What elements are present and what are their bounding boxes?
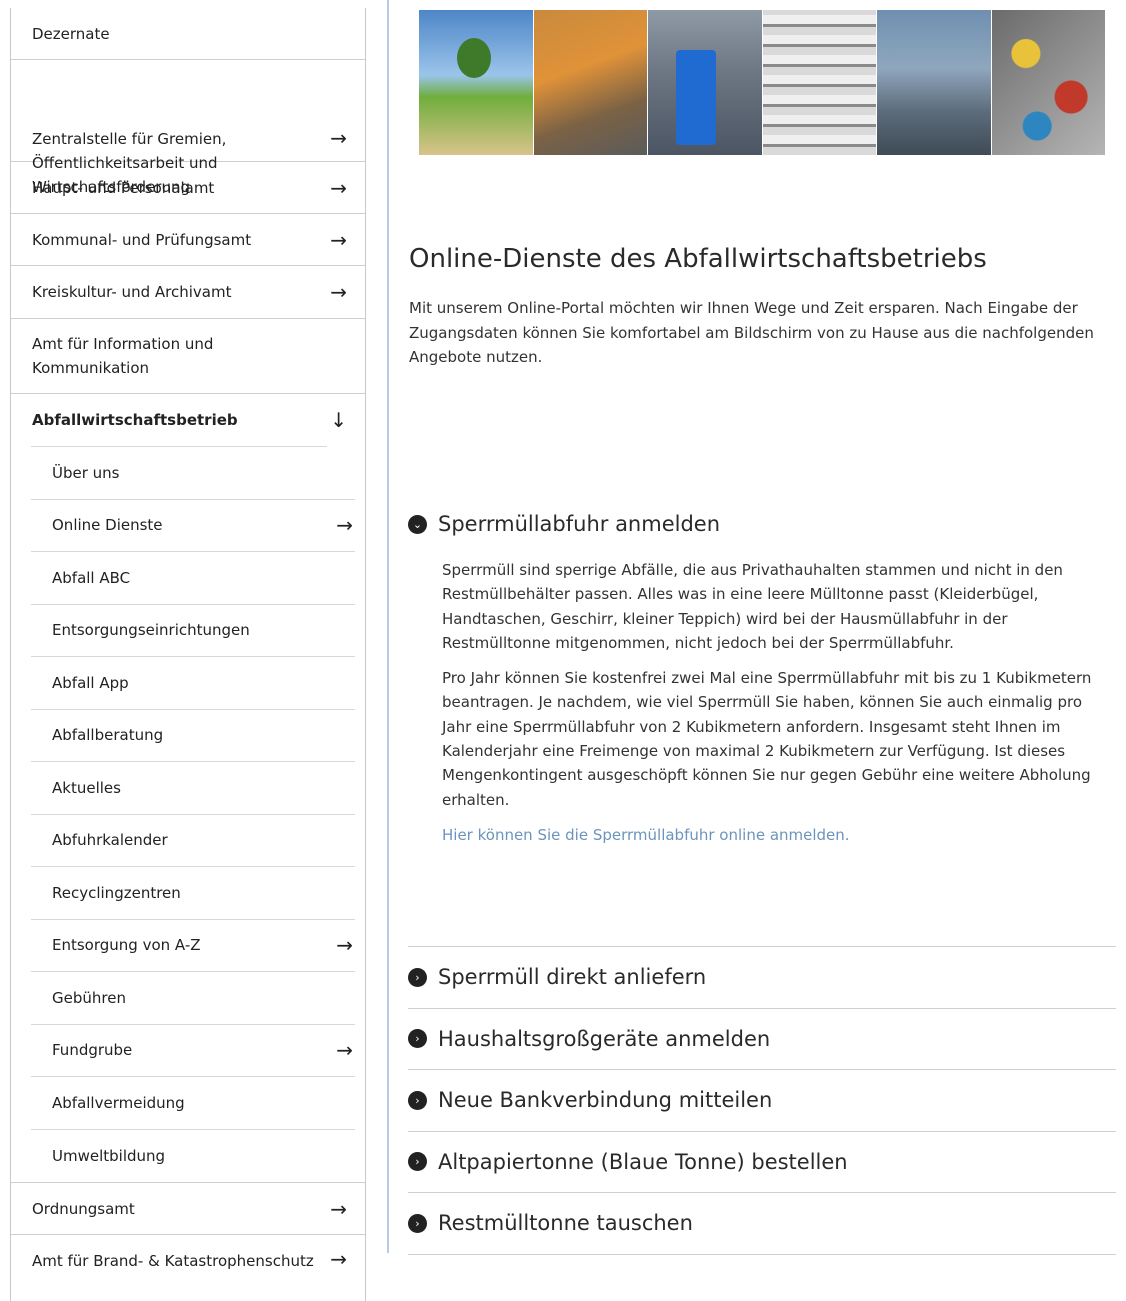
sidebar-item-zentralstelle[interactable]: Zentralstelle für Gremien, Öffentlichkei… bbox=[11, 60, 365, 196]
accordion-item-open: ⌄ Sperrmüllabfuhr anmelden Sperrmüll sin… bbox=[408, 512, 1116, 858]
sidebar-item-label: Amt für Information und Kommunikation bbox=[32, 335, 214, 377]
arrow-right-icon: → bbox=[330, 175, 347, 200]
sidebar-item-brand-und-katastrophenschutz[interactable]: Amt für Brand- & Katastrophenschutz → bbox=[11, 1235, 365, 1301]
sidebar-subitem-entsorgungseinrichtungen[interactable]: Entsorgungseinrichtungen bbox=[31, 605, 355, 657]
sidebar-subitem-fundgrube[interactable]: Fundgrube → bbox=[31, 1025, 355, 1077]
accordion-header-bankverbindung[interactable]: › Neue Bankverbindung mitteilen bbox=[408, 1070, 1116, 1132]
sidebar-item-dezernate[interactable]: Dezernate bbox=[11, 8, 365, 60]
arrow-right-icon: → bbox=[336, 513, 353, 538]
sidebar-subitem-label: Über uns bbox=[52, 463, 120, 482]
arrow-down-icon: ↓ bbox=[330, 408, 347, 432]
sidebar-subitem-label: Online Dienste bbox=[52, 516, 163, 535]
sidebar-subitem-ueber-uns[interactable]: Über uns bbox=[31, 447, 355, 500]
chevron-right-circle-icon: › bbox=[408, 967, 427, 987]
sidebar-subitem-label: Abfall ABC bbox=[52, 568, 131, 587]
sidebar-subitem-label: Entsorgung von A-Z bbox=[52, 936, 201, 955]
banner-image-blue-bin bbox=[648, 10, 763, 155]
banner-image-truck bbox=[533, 10, 648, 155]
sidebar-subitem-label: Fundgrube bbox=[52, 1041, 133, 1060]
accordion-header-haushaltsgrossgeraete[interactable]: › Haushaltsgroßgeräte anmelden bbox=[408, 1009, 1116, 1070]
sidebar-item-abfallwirtschaftsbetrieb[interactable]: Abfallwirtschaftsbetrieb ↓ bbox=[11, 394, 365, 446]
sidebar-subitem-label: Umweltbildung bbox=[52, 1146, 166, 1165]
sidebar-item-label: Kreiskultur- und Archivamt bbox=[32, 283, 232, 301]
accordion-header-sperrmuell-anliefern[interactable]: › Sperrmüll direkt anliefern bbox=[408, 947, 1116, 1009]
arrow-right-icon: → bbox=[330, 280, 347, 304]
arrow-right-icon: → bbox=[330, 1247, 347, 1271]
banner-image-newspapers bbox=[762, 10, 877, 155]
accordion-header-altpapiertonne[interactable]: › Altpapiertonne (Blaue Tonne) bestellen bbox=[408, 1132, 1116, 1193]
banner-image-tree bbox=[419, 10, 534, 155]
sidebar-subitem-entsorgung-von-a-z[interactable]: Entsorgung von A-Z → bbox=[31, 920, 355, 972]
sidebar-subitem-label: Abfallberatung bbox=[52, 726, 164, 745]
sidebar-item-label: Kommunal- und Prüfungsamt bbox=[32, 230, 252, 249]
chevron-right-circle-icon: › bbox=[408, 1090, 427, 1110]
sidebar-submenu: Über uns Online Dienste → Abfall ABC Ent… bbox=[11, 447, 365, 1183]
sidebar-nav: Dezernate Zentralstelle für Gremien, Öff… bbox=[10, 8, 366, 1301]
sidebar-subitem-label: Abfall App bbox=[52, 673, 129, 692]
arrow-right-icon: → bbox=[336, 933, 353, 958]
accordion-body: Sperrmüll sind sperrige Abfälle, die aus… bbox=[408, 558, 1116, 847]
sidebar-subitem-label: Abfuhrkalender bbox=[52, 831, 168, 850]
sidebar-subitem-label: Entsorgungseinrichtungen bbox=[52, 621, 250, 640]
sidebar-item-label: Abfallwirtschaftsbetrieb bbox=[32, 411, 238, 429]
accordion-title: Haushaltsgroßgeräte anmelden bbox=[438, 1026, 771, 1051]
arrow-right-icon: → bbox=[336, 1038, 353, 1063]
sidebar-item-kommunal-und-pruefungsamt[interactable]: Kommunal- und Prüfungsamt → bbox=[11, 214, 365, 266]
arrow-right-icon: → bbox=[330, 1196, 347, 1221]
chevron-down-circle-icon: ⌄ bbox=[408, 514, 427, 534]
accordion-title: Sperrmüll direkt anliefern bbox=[438, 965, 707, 990]
intro-text: Mit unserem Online-Portal möchten wir Ih… bbox=[409, 299, 1094, 366]
sidebar-item-label: Haupt- und Personalamt bbox=[32, 178, 215, 197]
sidebar-item-label: Ordnungsamt bbox=[32, 1199, 135, 1218]
accordion-title: Restmülltonne tauschen bbox=[438, 1211, 693, 1236]
header-banner bbox=[419, 10, 1105, 155]
sidebar-subitem-umweltbildung[interactable]: Umweltbildung bbox=[31, 1130, 355, 1183]
sidebar-subitem-abfuhrkalender[interactable]: Abfuhrkalender bbox=[31, 815, 355, 867]
accordion-header-restmuelltonne[interactable]: › Restmülltonne tauschen bbox=[408, 1193, 1116, 1255]
sidebar-subitem-gebuehren[interactable]: Gebühren bbox=[31, 972, 355, 1025]
banner-image-waste-site bbox=[877, 10, 992, 155]
sperrmuell-anmelden-link[interactable]: Hier können Sie die Sperrmüllabfuhr onli… bbox=[442, 826, 850, 844]
arrow-right-icon: → bbox=[330, 126, 347, 150]
sidebar-subitem-abfallberatung[interactable]: Abfallberatung bbox=[31, 710, 355, 762]
accordion-list: › Sperrmüll direkt anliefern › Haushalts… bbox=[408, 946, 1116, 1255]
banner-image-cans bbox=[991, 10, 1105, 155]
arrow-right-icon: → bbox=[330, 227, 347, 252]
accordion-title: Sperrmüllabfuhr anmelden bbox=[438, 512, 721, 536]
chevron-right-circle-icon: › bbox=[408, 1213, 427, 1233]
chevron-right-circle-icon: › bbox=[408, 1152, 427, 1172]
sidebar-subitem-label: Aktuelles bbox=[52, 778, 121, 797]
sidebar-item-amt-fuer-information[interactable]: Amt für Information und Kommunikation bbox=[11, 319, 365, 394]
sidebar-item-kreiskultur-und-archivamt[interactable]: Kreiskultur- und Archivamt → bbox=[11, 266, 365, 319]
chevron-right-circle-icon: › bbox=[408, 1029, 427, 1049]
sidebar-subitem-online-dienste[interactable]: Online Dienste → bbox=[31, 500, 355, 552]
sidebar-subitem-abfall-app[interactable]: Abfall App bbox=[31, 657, 355, 710]
accordion-header-sperrmuellabfuhr[interactable]: ⌄ Sperrmüllabfuhr anmelden bbox=[408, 512, 1116, 536]
sidebar-item-haupt-und-personalamt[interactable]: Haupt- und Personalamt → bbox=[11, 162, 365, 214]
sidebar-subitem-label: Abfallvermeidung bbox=[52, 1093, 185, 1112]
sidebar-item-label: Amt für Brand- & Katastrophenschutz bbox=[32, 1252, 314, 1270]
sidebar-subitem-label: Gebühren bbox=[52, 988, 126, 1007]
page-title: Online-Dienste des Abfallwirtschaftsbetr… bbox=[409, 244, 987, 274]
sidebar-subitem-label: Recyclingzentren bbox=[52, 883, 181, 902]
sidebar-subitem-abfallvermeidung[interactable]: Abfallvermeidung bbox=[31, 1077, 355, 1130]
sidebar-subitem-recyclingzentren[interactable]: Recyclingzentren bbox=[31, 867, 355, 920]
accordion-title: Altpapiertonne (Blaue Tonne) bestellen bbox=[438, 1149, 848, 1174]
accordion-paragraph: Pro Jahr können Sie kostenfrei zwei Mal … bbox=[442, 669, 1092, 809]
content-divider bbox=[387, 0, 389, 1253]
sidebar-item-label: Dezernate bbox=[32, 24, 110, 43]
sidebar-subitem-abfall-abc[interactable]: Abfall ABC bbox=[31, 552, 355, 605]
sidebar-item-ordnungsamt[interactable]: Ordnungsamt → bbox=[11, 1183, 365, 1235]
sidebar-subitem-aktuelles[interactable]: Aktuelles bbox=[31, 762, 355, 815]
accordion-paragraph: Sperrmüll sind sperrige Abfälle, die aus… bbox=[442, 561, 1063, 652]
accordion-title: Neue Bankverbindung mitteilen bbox=[438, 1088, 773, 1113]
